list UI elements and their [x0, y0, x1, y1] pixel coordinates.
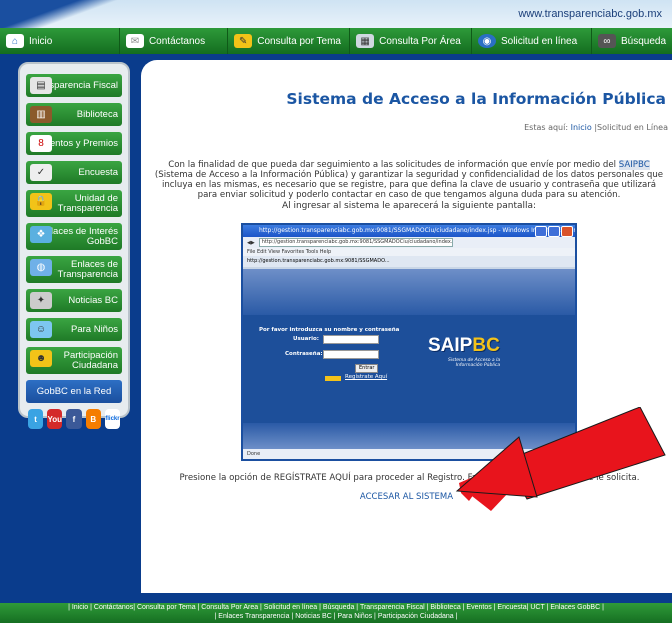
- maximize-icon: [548, 226, 560, 237]
- saipbc-highlight: SAIPBC: [618, 160, 650, 170]
- nav-consulta-area[interactable]: ▦ Consulta Por Área: [350, 28, 473, 54]
- intro-paragraph: Con la finalidad de que pueda dar seguim…: [151, 160, 667, 200]
- window-buttons: [535, 226, 573, 237]
- password-input: [323, 350, 379, 359]
- kids-icon: ☺: [30, 321, 52, 338]
- breadcrumb-home-link[interactable]: Inicio: [571, 123, 592, 132]
- intro-screen-note: Al ingresar al sistema le aparecerá la s…: [281, 201, 537, 211]
- calendar-icon: 8: [30, 135, 52, 152]
- nav-label: Inicio: [29, 35, 53, 47]
- nav-solicitud[interactable]: ◉ Solicitud en línea: [472, 28, 592, 54]
- breadcrumb-prefix: Estas aquí:: [524, 123, 569, 132]
- sidebar-item-label: Encuesta: [78, 166, 118, 178]
- main-nav: ⌂ Inicio ✉ Contáctanos ✎ Consulta por Te…: [0, 28, 672, 54]
- lock-icon: 🔒: [30, 193, 52, 210]
- logo-sub-line2: Información Pública: [455, 363, 501, 368]
- sidebar-item-eventos[interactable]: 8 Eventos y Premios: [26, 132, 122, 155]
- facebook-icon[interactable]: f: [66, 409, 82, 429]
- red-arrow-icon: [455, 407, 666, 511]
- nav-label: Contáctanos: [148, 35, 206, 47]
- twitter-icon[interactable]: t: [28, 409, 44, 429]
- page-title: Sistema de Acceso a la Información Públi…: [286, 90, 666, 108]
- top-banner: www.transparenciabc.gob.mx: [0, 0, 672, 28]
- sidebar-item-label: Para Niños: [71, 323, 118, 335]
- home-icon: ⌂: [6, 34, 24, 48]
- youtube-icon[interactable]: You: [47, 409, 63, 429]
- sidebar-item-ninos[interactable]: ☺ Para Niños: [26, 318, 122, 341]
- browser-tab: http://gestion.transparenciabc.gob.mx:90…: [243, 256, 575, 267]
- sidebar-item-biblioteca[interactable]: ▥ Biblioteca: [26, 103, 122, 126]
- sidebar-item-unidad-transparencia[interactable]: 🔒 Unidad de Transparencia: [26, 190, 122, 217]
- calculator-icon: ▤: [30, 77, 52, 94]
- logo-saip: SAIP: [428, 335, 473, 356]
- sidebar-red-header: GobBC en la Red: [26, 380, 122, 403]
- nav-label: Búsqueda: [620, 35, 667, 47]
- site-url: www.transparenciabc.gob.mx: [518, 8, 662, 20]
- globe-link-icon: ◍: [30, 259, 52, 276]
- sidebar-item-label: Biblioteca: [76, 108, 118, 120]
- blogger-icon[interactable]: B: [85, 409, 101, 429]
- binoculars-icon: ∞: [597, 34, 616, 48]
- nav-busqueda[interactable]: ∞ Búsqueda: [592, 28, 672, 54]
- logo-bc: BC: [472, 335, 500, 356]
- pencil-icon: ✎: [234, 34, 253, 48]
- sidebar-red-label: GobBC en la Red: [36, 385, 112, 397]
- enter-button: Entrar: [355, 364, 379, 373]
- grid-icon: ▦: [356, 34, 375, 48]
- address-field: http://gestion.transparenciabc.gob.mx:90…: [258, 238, 453, 247]
- footer: | Inicio | Contáctanos| Consulta por Tem…: [0, 603, 672, 623]
- password-label: Contraseña:: [285, 351, 323, 357]
- sidebar-item-transparencia-fiscal[interactable]: ▤ Transparencia Fiscal: [26, 74, 122, 97]
- nav-contactanos[interactable]: ✉ Contáctanos: [120, 28, 229, 54]
- intro-text-a: Con la finalidad de que pueda dar seguim…: [168, 160, 619, 170]
- sidebar-item-enlaces-interes[interactable]: ❖ Enlaces de Interés GobBC: [26, 223, 122, 250]
- people-icon: ☻: [30, 350, 52, 367]
- books-icon: ▥: [30, 106, 52, 123]
- back-icon: ◀▶: [247, 239, 255, 246]
- sidebar-item-encuesta[interactable]: ✓ Encuesta: [26, 161, 122, 184]
- breadcrumb-current: Solicitud en Línea: [597, 123, 668, 132]
- user-input: [323, 335, 379, 344]
- footer-links-line2[interactable]: | Enlaces Transparencia | Noticias BC | …: [0, 612, 672, 621]
- footer-links-line1[interactable]: | Inicio | Contáctanos| Consulta por Tem…: [0, 603, 672, 612]
- sidebar-item-noticias[interactable]: ✦ Noticias BC: [26, 289, 122, 312]
- user-label: Usuario:: [293, 336, 319, 342]
- logo-swoosh: [0, 0, 120, 28]
- yellow-arrow-icon: [325, 376, 341, 381]
- intro-text-b: (Sistema de Acceso a la Información Públ…: [154, 170, 664, 200]
- logo-subtitle: Sistema de Acceso a la Información Públic…: [448, 358, 500, 368]
- sidebar-item-label: Noticias BC: [68, 294, 118, 306]
- sidebar: ▤ Transparencia Fiscal ▥ Biblioteca 8 Ev…: [18, 62, 130, 429]
- network-icon: ❖: [30, 226, 52, 243]
- browser-title-bar: http://gestion.transparenciabc.gob.mx:90…: [243, 225, 575, 237]
- nav-label: Solicitud en línea: [501, 35, 578, 47]
- nav-label: Consulta Por Área: [379, 35, 461, 47]
- sidebar-item-participacion[interactable]: ☻ Participación Ciudadana: [26, 347, 122, 374]
- breadcrumb: Estas aquí: Inicio |Solicitud en Línea: [524, 123, 668, 132]
- clipboard-icon: ✓: [30, 164, 52, 181]
- nav-label: Consulta por Tema: [257, 35, 341, 47]
- globe-icon: ◉: [478, 34, 497, 48]
- saipbc-logo: SAIPBC: [428, 335, 500, 357]
- sidebar-item-enlaces-transparencia[interactable]: ◍ Enlaces de Transparencia: [26, 256, 122, 283]
- social-links: t You f B flickr: [28, 409, 121, 429]
- satellite-icon: ✦: [30, 292, 52, 309]
- envelope-icon: ✉: [125, 34, 144, 48]
- browser-address-bar: ◀▶ http://gestion.transparenciabc.gob.mx…: [243, 237, 575, 248]
- close-icon: [561, 226, 573, 237]
- browser-menu: File Edit View Favorites Tools Help: [243, 248, 575, 256]
- nav-inicio[interactable]: ⌂ Inicio: [0, 28, 120, 54]
- band-top: [243, 269, 575, 315]
- minimize-icon: [535, 226, 547, 237]
- login-title: Por favor introduzca su nombre y contras…: [259, 327, 400, 333]
- flickr-icon[interactable]: flickr: [104, 409, 121, 429]
- register-link: Regístrate Aquí: [345, 374, 388, 380]
- nav-consulta-tema[interactable]: ✎ Consulta por Tema: [228, 28, 351, 54]
